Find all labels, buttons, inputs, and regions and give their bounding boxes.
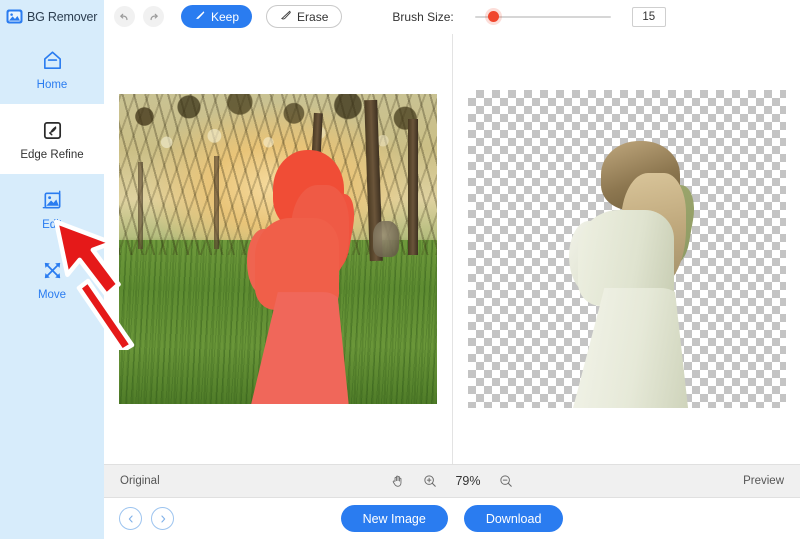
app-logo[interactable]: BG Remover bbox=[0, 0, 104, 34]
red-keep-mask-subject bbox=[240, 149, 367, 404]
zoom-level-value: 79% bbox=[455, 474, 481, 488]
erase-tool-label: Erase bbox=[297, 9, 329, 24]
image-photo-icon bbox=[6, 8, 23, 25]
zoom-in-icon[interactable] bbox=[423, 474, 437, 488]
brush-size-slider[interactable] bbox=[474, 7, 611, 27]
zoom-controls: 79% bbox=[104, 474, 800, 488]
status-bar: Original 79% Preview bbox=[104, 464, 800, 498]
download-button[interactable]: Download bbox=[463, 505, 564, 532]
brush-icon bbox=[280, 9, 292, 24]
left-sidebar: Home Edge Refine Edit Move bbox=[0, 34, 104, 539]
tree-trunk bbox=[138, 162, 144, 249]
undo-arrow-icon bbox=[118, 10, 131, 23]
edit-tools: Keep Erase Brush Size: 15 bbox=[104, 0, 800, 34]
edge-refine-pen-icon bbox=[39, 118, 65, 144]
sidebar-item-move[interactable]: Move bbox=[0, 244, 104, 314]
redo-button[interactable] bbox=[143, 6, 164, 27]
move-arrows-icon bbox=[39, 258, 65, 284]
edit-image-icon bbox=[39, 188, 65, 214]
keep-tool-label: Keep bbox=[211, 9, 240, 24]
original-pane[interactable] bbox=[104, 34, 452, 464]
sidebar-item-label: Home bbox=[36, 78, 68, 91]
preview-pane[interactable] bbox=[452, 34, 800, 464]
sidebar-item-label: Edge Refine bbox=[20, 148, 84, 161]
slider-thumb[interactable] bbox=[487, 10, 499, 22]
zoom-out-icon[interactable] bbox=[499, 474, 513, 488]
tree-trunk bbox=[408, 118, 419, 256]
sidebar-item-label: Move bbox=[37, 288, 67, 301]
cutout-preview-transparent[interactable] bbox=[467, 90, 786, 408]
keep-tool-button[interactable]: Keep bbox=[181, 5, 253, 28]
extracted-subject bbox=[563, 140, 709, 408]
top-toolbar: BG Remover Keep Erase Brush Size: 15 bbox=[0, 0, 800, 34]
home-icon bbox=[39, 48, 65, 74]
original-image-with-red-mask[interactable] bbox=[119, 94, 437, 404]
new-image-button[interactable]: New Image bbox=[340, 505, 448, 532]
erase-tool-button[interactable]: Erase bbox=[266, 5, 343, 28]
tree-trunk bbox=[214, 156, 220, 249]
sidebar-item-edge-refine[interactable]: Edge Refine bbox=[0, 104, 104, 174]
tree-stump bbox=[373, 221, 400, 258]
redo-arrow-icon bbox=[147, 10, 160, 23]
primary-actions: New Image Download bbox=[104, 505, 800, 532]
footer-bar: New Image Download bbox=[104, 498, 800, 539]
sidebar-item-label: Edit bbox=[42, 218, 62, 231]
undo-button[interactable] bbox=[114, 6, 135, 27]
brush-size-label: Brush Size: bbox=[392, 9, 454, 24]
hand-pan-icon[interactable] bbox=[391, 474, 405, 488]
sidebar-item-edit[interactable]: Edit bbox=[0, 174, 104, 244]
brush-icon bbox=[194, 9, 206, 24]
app-title: BG Remover bbox=[27, 9, 98, 24]
sidebar-item-home[interactable]: Home bbox=[0, 34, 104, 104]
canvas-area bbox=[104, 34, 800, 464]
bg-remover-app: BG Remover Keep Erase Brush Size: 15 Hom… bbox=[0, 0, 800, 539]
brush-size-value[interactable]: 15 bbox=[631, 6, 666, 27]
